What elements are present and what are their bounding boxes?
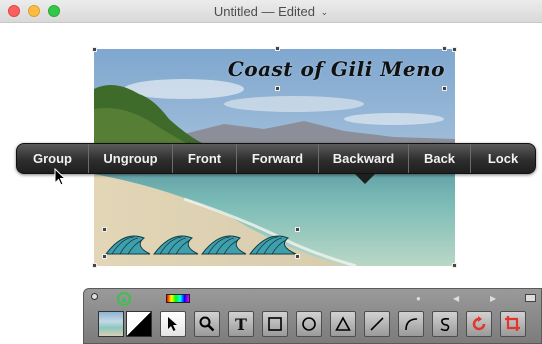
line-tool[interactable]	[364, 311, 390, 337]
tool-row: T	[98, 311, 534, 337]
chevron-down-icon: ⌄	[320, 7, 329, 17]
text-icon: T	[235, 314, 247, 334]
selection-handle[interactable]	[452, 47, 457, 52]
selection-handle[interactable]	[295, 227, 300, 232]
ellipse-tool[interactable]	[296, 311, 322, 337]
selection-handle[interactable]	[92, 47, 97, 52]
lock-button[interactable]: Lock	[471, 144, 535, 173]
selection-handle[interactable]	[102, 227, 107, 232]
arc-icon	[405, 318, 418, 331]
wave-shape[interactable]	[104, 228, 299, 256]
arrow-tool[interactable]	[160, 311, 186, 337]
rectangle-tool[interactable]	[262, 311, 288, 337]
app-window: Untitled — Edited ⌄ Coast of Gili Meno G…	[0, 0, 542, 344]
arc-tool[interactable]	[398, 311, 424, 337]
next-page-icon[interactable]: ▶	[490, 294, 496, 303]
palette-minimize-icon[interactable]	[525, 294, 536, 302]
context-bar-pointer	[355, 174, 375, 184]
group-button[interactable]: Group	[17, 144, 89, 173]
magnifier-icon	[199, 316, 215, 332]
rectangle-icon	[268, 317, 282, 331]
photo-caption: Coast of Gili Meno	[227, 57, 445, 81]
selection-handle[interactable]	[452, 263, 457, 268]
line-icon	[370, 317, 384, 331]
crop-tool[interactable]	[500, 311, 526, 337]
polygon-tool[interactable]	[330, 311, 356, 337]
title-bar[interactable]: Untitled — Edited ⌄	[0, 0, 542, 23]
selection-handle[interactable]	[295, 254, 300, 259]
rotate-icon	[472, 316, 486, 331]
selection-handle[interactable]	[442, 46, 447, 51]
fill-stroke-swatch[interactable]	[126, 311, 152, 337]
crop-icon	[505, 316, 520, 331]
arrange-context-bar: Group Ungroup Front Forward Backward Bac…	[16, 143, 536, 174]
prev-page-icon[interactable]: ◀	[453, 294, 459, 303]
selection-handle[interactable]	[275, 86, 280, 91]
palette-dot-icon: ●	[416, 294, 421, 303]
palette-close-icon[interactable]	[91, 293, 98, 300]
color-picker-icon[interactable]	[166, 294, 190, 303]
freehand-icon	[440, 318, 450, 332]
arrow-icon	[168, 317, 177, 331]
ungroup-button[interactable]: Ungroup	[89, 144, 173, 173]
selection-handle[interactable]	[92, 263, 97, 268]
freehand-tool[interactable]	[432, 311, 458, 337]
backward-button[interactable]: Backward	[319, 144, 409, 173]
zoom-tool[interactable]	[194, 311, 220, 337]
window-title-text: Untitled — Edited	[213, 4, 315, 19]
window-title[interactable]: Untitled — Edited ⌄	[0, 4, 542, 19]
triangle-icon	[335, 316, 351, 331]
circle-icon	[302, 317, 316, 331]
selection-handle[interactable]	[102, 254, 107, 259]
selection-handle[interactable]	[275, 46, 280, 51]
image-thumbnail[interactable]	[98, 311, 124, 337]
palette-up-arrow-icon[interactable]: ▲	[117, 292, 131, 306]
forward-button[interactable]: Forward	[237, 144, 319, 173]
tool-palette: ▲ ● ◀ ▶ T	[83, 288, 542, 344]
front-button[interactable]: Front	[173, 144, 237, 173]
rotate-tool[interactable]	[466, 311, 492, 337]
text-tool[interactable]: T	[228, 311, 254, 337]
back-button[interactable]: Back	[409, 144, 471, 173]
selection-handle[interactable]	[442, 86, 447, 91]
mouse-cursor-icon	[54, 168, 67, 186]
